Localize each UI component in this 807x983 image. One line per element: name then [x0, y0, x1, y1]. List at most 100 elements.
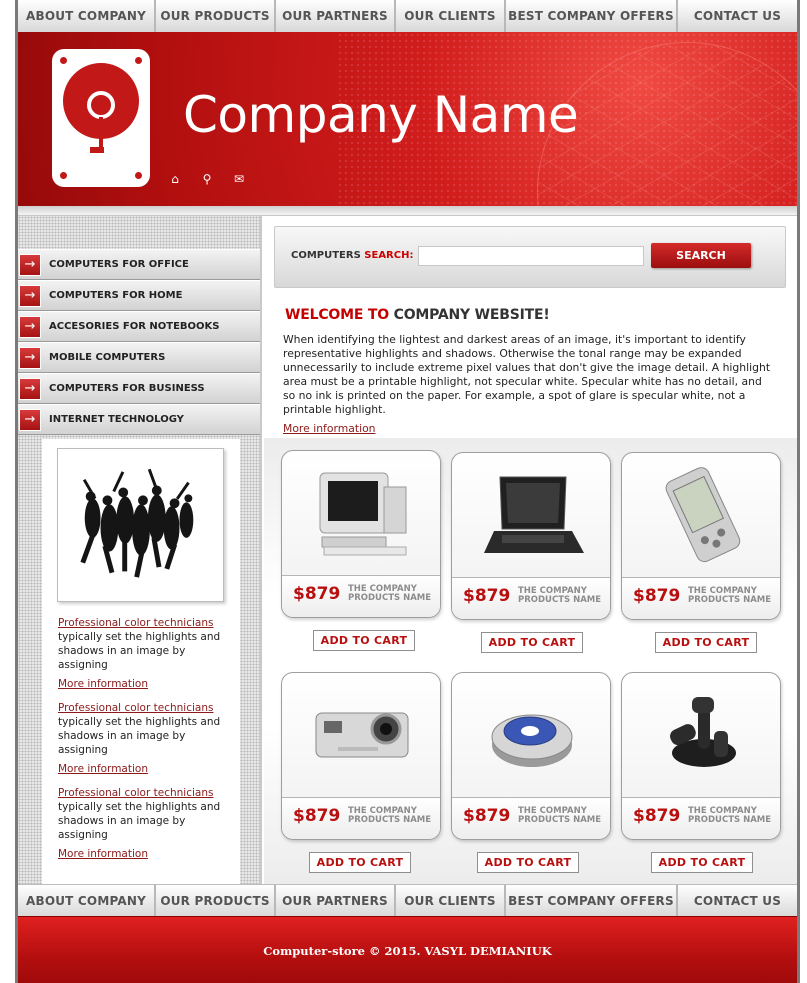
news-text: typically set the highlights and shadows… — [58, 801, 221, 841]
product-name: THE COMPANY PRODUCTS NAME — [348, 806, 432, 825]
news-more-link[interactable]: More information — [58, 847, 234, 861]
welcome-heading: WELCOME TO COMPANY WEBSITE! — [285, 307, 550, 323]
arrow-right-icon: → — [19, 284, 41, 307]
price-bar: $879 THE COMPANY PRODUCTS NAME — [452, 577, 610, 619]
nav-our-products[interactable]: OUR PRODUCTS — [156, 885, 276, 917]
add-to-cart-button[interactable]: ADD TO CART — [655, 632, 757, 653]
bottom-nav: ABOUT COMPANY OUR PRODUCTS OUR PARTNERS … — [18, 884, 797, 917]
product-card[interactable]: $879 THE COMPANY PRODUCTS NAME — [281, 672, 441, 840]
product-price: $879 — [463, 586, 511, 606]
add-to-cart-button[interactable]: ADD TO CART — [313, 630, 415, 651]
nav-best-company-offers[interactable]: BEST COMPANY OFFERS — [506, 0, 678, 32]
nav-contact-us[interactable]: CONTACT US — [678, 0, 797, 32]
product-card[interactable]: $879 THE COMPANY PRODUCTS NAME — [451, 452, 611, 620]
welcome-more-link[interactable]: More information — [283, 422, 376, 435]
side-news-item: Professional color technicians typically… — [58, 786, 234, 861]
main-content: COMPUTERS SEARCH: SEARCH WELCOME TO COMP… — [264, 216, 797, 884]
nav-our-partners[interactable]: OUR PARTNERS — [276, 0, 396, 32]
header-banner: Company Name ⌂ ⚲ ✉ — [18, 32, 797, 206]
nav-about-company[interactable]: ABOUT COMPANY — [18, 885, 156, 917]
pda-icon — [622, 453, 780, 577]
menu-label: MOBILE COMPUTERS — [49, 352, 166, 363]
nav-our-partners[interactable]: OUR PARTNERS — [276, 885, 396, 917]
product-name: THE COMPANY PRODUCTS NAME — [348, 584, 432, 603]
welcome-heading-rest: COMPANY WEBSITE! — [393, 307, 550, 323]
nav-contact-us[interactable]: CONTACT US — [678, 885, 797, 917]
product-card[interactable]: $879 THE COMPANY PRODUCTS NAME — [621, 452, 781, 620]
search-panel: COMPUTERS SEARCH: SEARCH — [274, 226, 786, 288]
hard-disk-logo-icon[interactable] — [52, 49, 150, 187]
arrow-right-icon: → — [19, 315, 41, 338]
welcome-heading-red: WELCOME TO — [285, 307, 389, 323]
product-name: THE COMPANY PRODUCTS NAME — [688, 806, 772, 825]
copyright-text: Computer-store © 2015. VASYL DEMIANIUK — [263, 944, 552, 958]
menu-mobile-computers[interactable]: → MOBILE COMPUTERS — [18, 342, 260, 373]
sidebar: → COMPUTERS FOR OFFICE → COMPUTERS FOR H… — [18, 216, 262, 884]
header-icon-links: ⌂ ⚲ ✉ — [168, 172, 246, 186]
menu-label: ACCESORIES FOR NOTEBOOKS — [49, 321, 220, 332]
footer: Computer-store © 2015. VASYL DEMIANIUK — [18, 916, 797, 983]
nav-our-products[interactable]: OUR PRODUCTS — [156, 0, 276, 32]
dancing-people-image — [80, 468, 194, 578]
cd-player-icon — [452, 673, 610, 797]
desktop-computer-icon — [282, 451, 440, 575]
business-team-photo — [57, 448, 224, 602]
laptop-icon — [452, 453, 610, 577]
search-icon[interactable]: ⚲ — [200, 172, 214, 186]
add-to-cart-button[interactable]: ADD TO CART — [309, 852, 411, 873]
news-more-link[interactable]: More information — [58, 762, 234, 776]
add-to-cart-button[interactable]: ADD TO CART — [651, 852, 753, 873]
menu-label: COMPUTERS FOR HOME — [49, 290, 183, 301]
price-bar: $879 THE COMPANY PRODUCTS NAME — [282, 797, 440, 839]
header-divider — [18, 206, 797, 216]
mail-icon[interactable]: ✉ — [232, 172, 246, 186]
arrow-right-icon: → — [19, 253, 41, 276]
news-title-link[interactable]: Professional color technicians — [58, 617, 213, 629]
menu-computers-for-business[interactable]: → COMPUTERS FOR BUSINESS — [18, 373, 260, 404]
sidebar-panel: Professional color technicians typically… — [42, 439, 240, 884]
news-title-link[interactable]: Professional color technicians — [58, 787, 213, 799]
search-label-red: SEARCH: — [364, 250, 414, 261]
nav-best-company-offers[interactable]: BEST COMPANY OFFERS — [506, 885, 678, 917]
arrow-right-icon: → — [19, 346, 41, 369]
product-card[interactable]: $879 THE COMPANY PRODUCTS NAME — [451, 672, 611, 840]
welcome-text: When identifying the lightest and darkes… — [283, 333, 771, 416]
product-card[interactable]: $879 THE COMPANY PRODUCTS NAME — [281, 450, 441, 618]
category-menu: → COMPUTERS FOR OFFICE → COMPUTERS FOR H… — [18, 249, 262, 435]
menu-label: INTERNET TECHNOLOGY — [49, 414, 184, 425]
nav-our-clients[interactable]: OUR CLIENTS — [396, 0, 506, 32]
product-price: $879 — [293, 806, 341, 826]
news-text: typically set the highlights and shadows… — [58, 631, 221, 671]
product-card[interactable]: $879 THE COMPANY PRODUCTS NAME — [621, 672, 781, 840]
side-news-item: Professional color technicians typically… — [58, 701, 234, 776]
side-news-item: Professional color technicians typically… — [58, 616, 234, 691]
nav-about-company[interactable]: ABOUT COMPANY — [18, 0, 156, 32]
news-more-link[interactable]: More information — [58, 677, 234, 691]
price-bar: $879 THE COMPANY PRODUCTS NAME — [282, 575, 440, 617]
menu-computers-for-home[interactable]: → COMPUTERS FOR HOME — [18, 280, 260, 311]
search-button[interactable]: SEARCH — [651, 243, 751, 268]
home-icon[interactable]: ⌂ — [168, 172, 182, 186]
search-label-text: COMPUTERS — [291, 250, 361, 261]
arrow-right-icon: → — [19, 408, 41, 431]
price-bar: $879 THE COMPANY PRODUCTS NAME — [452, 797, 610, 839]
search-input[interactable] — [418, 246, 644, 266]
digital-camera-icon — [282, 673, 440, 797]
top-nav: ABOUT COMPANY OUR PRODUCTS OUR PARTNERS … — [18, 0, 797, 32]
menu-label: COMPUTERS FOR BUSINESS — [49, 383, 205, 394]
product-name: THE COMPANY PRODUCTS NAME — [518, 586, 602, 605]
add-to-cart-button[interactable]: ADD TO CART — [477, 852, 579, 873]
arrow-right-icon: → — [19, 377, 41, 400]
menu-internet-technology[interactable]: → INTERNET TECHNOLOGY — [18, 404, 260, 435]
news-title-link[interactable]: Professional color technicians — [58, 702, 213, 714]
product-price: $879 — [633, 586, 681, 606]
nav-our-clients[interactable]: OUR CLIENTS — [396, 885, 506, 917]
search-label: COMPUTERS SEARCH: — [291, 250, 413, 261]
add-to-cart-button[interactable]: ADD TO CART — [481, 632, 583, 653]
product-price: $879 — [463, 806, 511, 826]
products-grid: $879 THE COMPANY PRODUCTS NAME $879 THE … — [264, 438, 797, 884]
company-name: Company Name — [183, 86, 579, 144]
menu-accesories-for-notebooks[interactable]: → ACCESORIES FOR NOTEBOOKS — [18, 311, 260, 342]
menu-computers-for-office[interactable]: → COMPUTERS FOR OFFICE — [18, 249, 260, 280]
price-bar: $879 THE COMPANY PRODUCTS NAME — [622, 797, 780, 839]
